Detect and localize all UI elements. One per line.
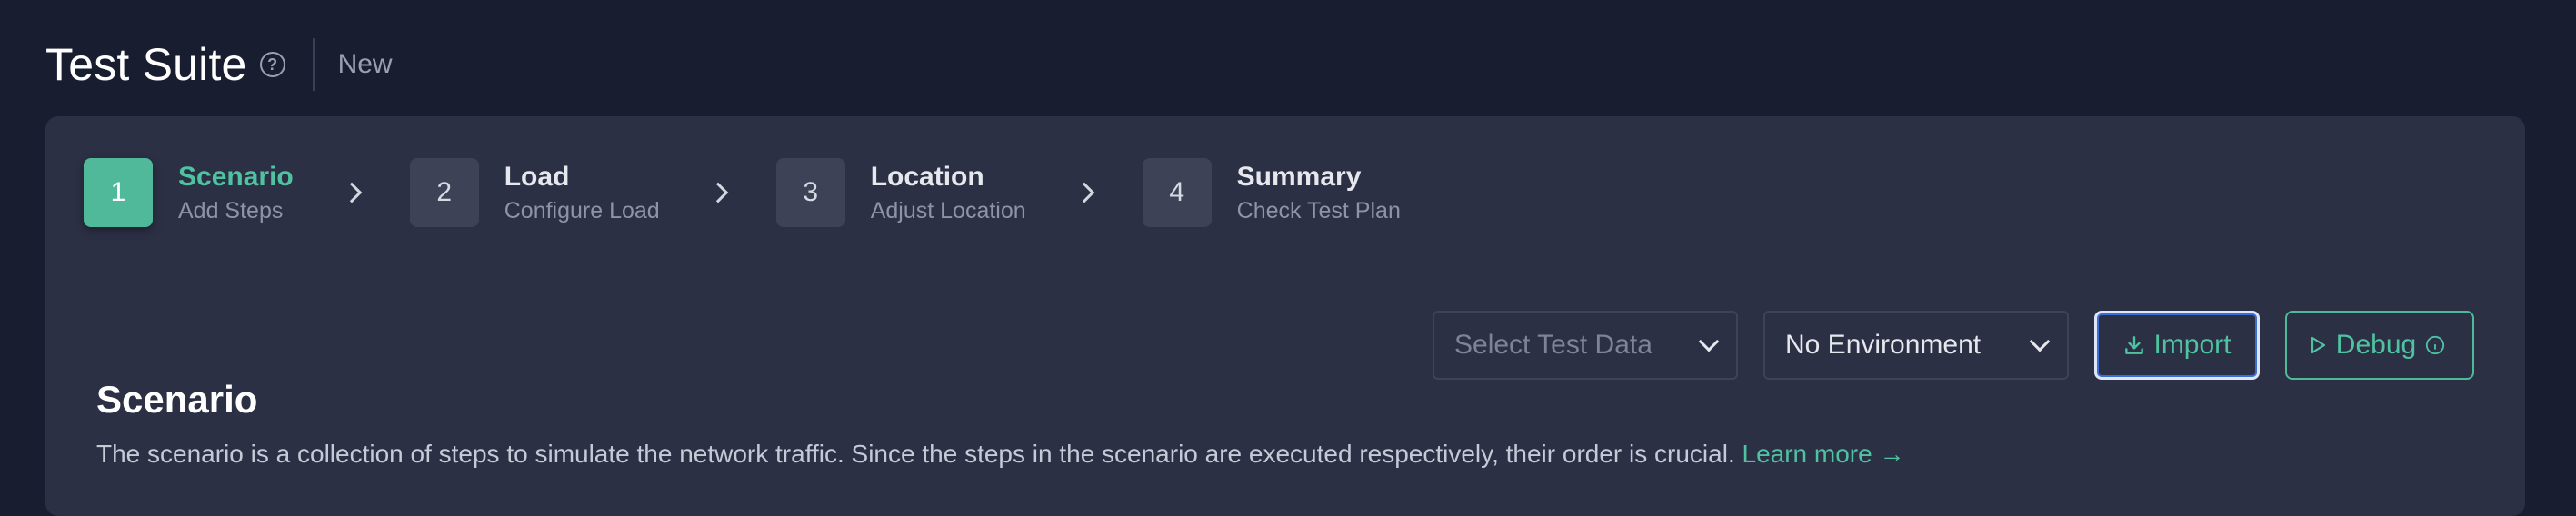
download-icon [2125, 336, 2144, 354]
test-data-placeholder: Select Test Data [1454, 330, 1652, 360]
debug-label: Debug [2335, 330, 2417, 360]
environment-select[interactable]: No Environment [1763, 311, 2069, 380]
section-title: Scenario [96, 378, 258, 421]
step-summary[interactable]: 4 Summary Check Test Plan [1142, 158, 1401, 227]
status-label: New [337, 49, 393, 79]
help-icon[interactable]: ? [259, 52, 285, 77]
chevron-right-icon [1073, 182, 1094, 203]
step-location[interactable]: 3 Location Adjust Location [775, 158, 1026, 227]
import-button[interactable]: Import [2094, 311, 2260, 380]
step-number: 4 [1142, 158, 1212, 227]
toolbar-actions: Select Test Data No Environment Import D… [1433, 311, 2474, 380]
environment-value: No Environment [1785, 330, 1982, 360]
main-card: 1 Scenario Add Steps 2 Load Configure Lo… [45, 116, 2525, 516]
step-title: Summary [1236, 161, 1362, 192]
step-number: 1 [84, 158, 153, 227]
step-subtitle: Configure Load [504, 197, 660, 223]
chevron-down-icon [2029, 331, 2051, 352]
chevron-right-icon [341, 182, 363, 203]
page-header: Test Suite ? New [45, 36, 393, 93]
step-number: 2 [409, 158, 479, 227]
step-subtitle: Add Steps [178, 197, 284, 223]
info-icon [2426, 335, 2445, 355]
play-icon [2311, 336, 2325, 354]
chevron-down-icon [1698, 331, 1720, 352]
stepper: 1 Scenario Add Steps 2 Load Configure Lo… [84, 158, 1401, 227]
step-subtitle: Adjust Location [870, 197, 1026, 223]
section-description: The scenario is a collection of steps to… [96, 440, 1904, 469]
step-subtitle: Check Test Plan [1236, 197, 1401, 223]
step-load[interactable]: 2 Load Configure Load [409, 158, 660, 227]
step-title: Scenario [178, 161, 294, 192]
step-number: 3 [775, 158, 845, 227]
page-title: Test Suite [45, 39, 247, 90]
step-scenario[interactable]: 1 Scenario Add Steps [84, 158, 294, 227]
step-title: Load [504, 161, 570, 192]
test-data-select[interactable]: Select Test Data [1433, 311, 1738, 380]
import-label: Import [2153, 330, 2232, 360]
learn-more-link[interactable]: Learn more → [1742, 440, 1905, 468]
chevron-right-icon [707, 182, 729, 203]
header-divider [312, 38, 315, 91]
step-title: Location [870, 161, 984, 192]
debug-button[interactable]: Debug [2285, 311, 2474, 380]
description-text: The scenario is a collection of steps to… [96, 440, 1735, 468]
